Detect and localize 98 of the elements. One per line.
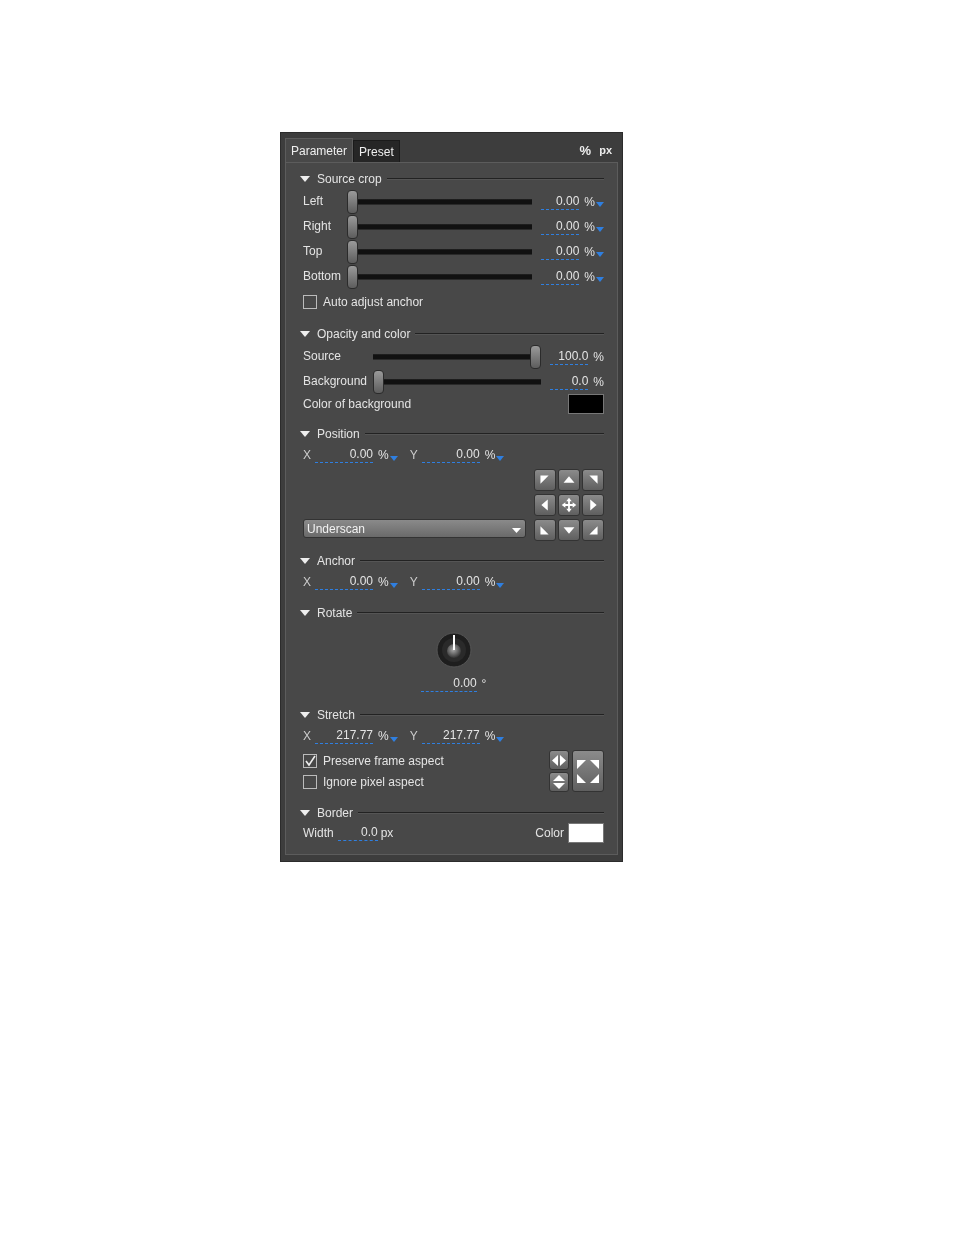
dropdown-caret-icon	[496, 582, 505, 588]
axis-label: X	[303, 729, 312, 743]
checkbox[interactable]	[303, 774, 317, 789]
dropdown-caret-icon	[389, 455, 398, 461]
axis-label: Y	[409, 729, 419, 743]
tab[interactable]: Parameter	[285, 138, 354, 162]
value-field[interactable]: 217.77	[315, 728, 373, 744]
align-button[interactable]	[534, 494, 556, 516]
unit-label: px	[380, 826, 394, 840]
unit-label: %	[584, 244, 595, 259]
slider-label: Source	[303, 348, 343, 365]
unit-label: %	[484, 729, 496, 743]
unit-label: %	[378, 729, 389, 743]
color-swatch[interactable]	[568, 394, 604, 414]
value-field[interactable]: 0.0	[337, 825, 378, 841]
unit-label: %	[378, 575, 389, 589]
color-label: Color of background	[303, 397, 412, 411]
unit-label: %	[484, 448, 496, 462]
color-swatch[interactable]	[568, 823, 604, 843]
section-title: Position	[317, 427, 360, 441]
slider-label: Left	[303, 193, 324, 210]
axis-label: X	[303, 448, 312, 462]
checkbox-label: Ignore pixel aspect	[323, 774, 424, 789]
axis-label: X	[303, 575, 312, 589]
slider-thumb[interactable]	[373, 369, 385, 394]
value-field[interactable]: 100.0	[550, 348, 589, 365]
value-field[interactable]: 0.00	[541, 218, 580, 235]
slider-thumb[interactable]	[530, 344, 542, 369]
dropdown-caret-icon	[389, 582, 398, 588]
slider-label: Bottom	[303, 268, 342, 285]
checkbox[interactable]	[303, 753, 317, 768]
align-button[interactable]	[582, 494, 604, 516]
section-title: Anchor	[317, 554, 356, 568]
collapse-triangle-icon[interactable]	[300, 609, 310, 617]
slider-label: Background	[303, 373, 369, 390]
value-field[interactable]: 0.00	[541, 193, 580, 210]
value-field[interactable]: 0.00	[315, 447, 373, 463]
rotation-knob	[435, 632, 472, 668]
collapse-triangle-icon[interactable]	[300, 330, 310, 338]
section-title: Stretch	[317, 708, 355, 722]
dropdown[interactable]: Underscan	[303, 519, 526, 538]
checkbox-label: Preserve frame aspect	[323, 753, 444, 768]
stretch-width-button[interactable]	[549, 750, 569, 770]
section-title: Border	[317, 806, 354, 820]
unit-label: %	[584, 219, 595, 234]
caret-icon	[512, 527, 521, 533]
slider-label: Top	[303, 243, 324, 260]
checkmark-icon	[304, 754, 316, 767]
collapse-triangle-icon[interactable]	[300, 557, 310, 565]
axis-label: Y	[409, 448, 419, 462]
section-title: Opacity and color	[317, 327, 411, 341]
value-field[interactable]: 0.00	[315, 574, 373, 590]
value-field[interactable]: 0.00	[420, 676, 477, 692]
section-title: Rotate	[317, 606, 353, 620]
checkbox-label: Auto adjust anchor	[323, 294, 424, 309]
align-button[interactable]	[582, 519, 604, 541]
unit-label: %	[484, 575, 496, 589]
dropdown-caret-icon	[389, 736, 398, 742]
collapse-triangle-icon[interactable]	[300, 809, 310, 817]
section-title: Source crop	[317, 172, 382, 186]
checkbox[interactable]	[303, 294, 317, 309]
value-field[interactable]: 0.00	[421, 574, 480, 590]
align-button[interactable]	[558, 519, 580, 541]
align-button[interactable]	[558, 494, 580, 516]
slider-thumb[interactable]	[347, 214, 358, 239]
unit-label: %	[378, 448, 389, 462]
align-button[interactable]	[582, 469, 604, 491]
unit-label: °	[481, 677, 487, 691]
unit-label: %	[593, 349, 604, 364]
slider-label: Right	[303, 218, 332, 235]
stretch-height-button[interactable]	[549, 772, 569, 792]
unit-toggle[interactable]: %	[579, 142, 592, 158]
value-field[interactable]: 0.00	[541, 243, 580, 260]
dropdown-caret-icon	[496, 455, 505, 461]
align-button[interactable]	[534, 469, 556, 491]
color-label: Color	[535, 826, 564, 840]
dropdown-caret-icon	[496, 736, 505, 742]
fit-to-frame-button[interactable]	[572, 750, 604, 792]
width-label: Width	[303, 826, 334, 840]
axis-label: Y	[409, 575, 419, 589]
unit-label: %	[593, 374, 604, 389]
value-field[interactable]: 217.77	[421, 728, 480, 744]
tab[interactable]: Preset	[353, 140, 400, 162]
align-button[interactable]	[558, 469, 580, 491]
collapse-triangle-icon[interactable]	[300, 711, 310, 719]
collapse-triangle-icon[interactable]	[300, 175, 310, 183]
slider-thumb[interactable]	[347, 189, 358, 214]
unit-label: %	[584, 194, 595, 209]
move-icon	[559, 495, 579, 515]
value-field[interactable]: 0.0	[550, 373, 589, 390]
slider-thumb[interactable]	[347, 264, 358, 289]
value-field[interactable]: 0.00	[541, 268, 580, 285]
collapse-triangle-icon[interactable]	[300, 430, 310, 438]
align-button[interactable]	[534, 519, 556, 541]
unit-toggle[interactable]: px	[599, 144, 612, 156]
value-field[interactable]: 0.00	[421, 447, 480, 463]
slider-thumb[interactable]	[347, 239, 358, 264]
unit-label: %	[584, 269, 595, 284]
